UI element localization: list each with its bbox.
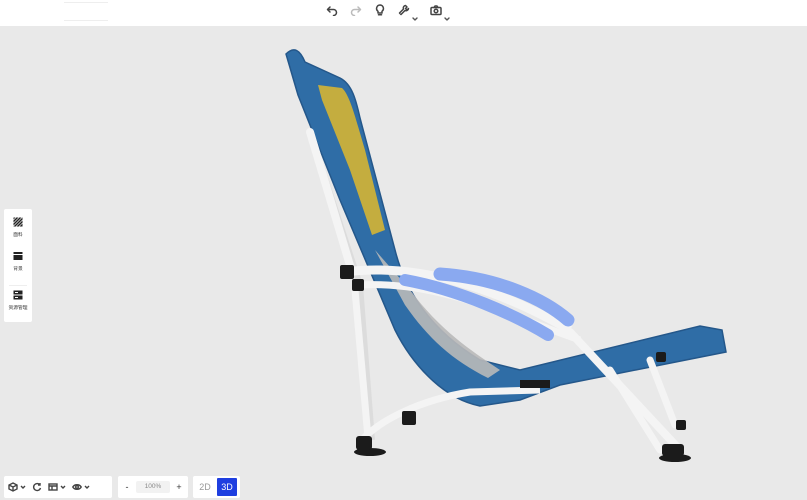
sidebar-item-label: 资源管理	[8, 305, 28, 311]
view-tools-group	[4, 476, 112, 498]
zoom-in-button[interactable]: +	[174, 482, 184, 492]
chevron-down-icon	[20, 485, 26, 489]
divider	[64, 20, 108, 21]
zoom-out-button[interactable]: -	[122, 482, 132, 492]
sidebar-item-label: 面料	[13, 232, 23, 238]
divider	[9, 285, 27, 286]
redo-icon	[350, 3, 362, 21]
mode-3d-button[interactable]: 3D	[217, 478, 237, 496]
hint-button[interactable]	[374, 4, 386, 20]
zoom-level[interactable]: 100%	[136, 481, 170, 493]
layout-dropdown[interactable]	[48, 482, 66, 492]
top-toolbar	[0, 0, 807, 26]
bottom-toolbar: - 100% + 2D 3D	[0, 474, 807, 500]
lightbulb-icon	[374, 3, 386, 21]
chevron-down-icon	[60, 485, 66, 489]
side-panel: 面料 背景 资源管理	[4, 209, 32, 322]
redo-button[interactable]	[350, 4, 362, 20]
sidebar-item-resource[interactable]: 资源管理	[4, 288, 32, 322]
cube-view-dropdown[interactable]	[8, 482, 26, 492]
undo-icon	[326, 3, 338, 21]
refresh-icon	[32, 482, 42, 492]
fabric-icon	[13, 217, 23, 227]
view-mode-toggle: 2D 3D	[193, 476, 240, 498]
visibility-dropdown[interactable]	[72, 482, 90, 492]
tools-dropdown[interactable]	[398, 3, 418, 21]
cube-icon	[8, 482, 18, 492]
reset-view-button[interactable]	[32, 482, 42, 492]
camera-dropdown[interactable]	[430, 3, 450, 21]
divider	[64, 2, 108, 3]
resource-icon	[13, 290, 23, 300]
sidebar-item-background[interactable]: 背景	[4, 249, 32, 283]
background-icon	[13, 252, 23, 261]
chair-model[interactable]	[0, 26, 807, 474]
chevron-down-icon	[444, 9, 450, 21]
3d-viewport[interactable]	[0, 26, 807, 474]
layout-icon	[48, 483, 58, 491]
mode-2d-button[interactable]: 2D	[195, 478, 215, 496]
camera-icon	[430, 3, 442, 21]
zoom-group: - 100% +	[118, 476, 188, 498]
chevron-down-icon	[84, 485, 90, 489]
undo-button[interactable]	[326, 4, 338, 20]
wrench-icon	[398, 3, 410, 21]
sidebar-item-fabric[interactable]: 面料	[4, 215, 32, 249]
sidebar-item-label: 背景	[13, 266, 23, 272]
eye-icon	[72, 484, 82, 490]
chevron-down-icon	[412, 9, 418, 21]
